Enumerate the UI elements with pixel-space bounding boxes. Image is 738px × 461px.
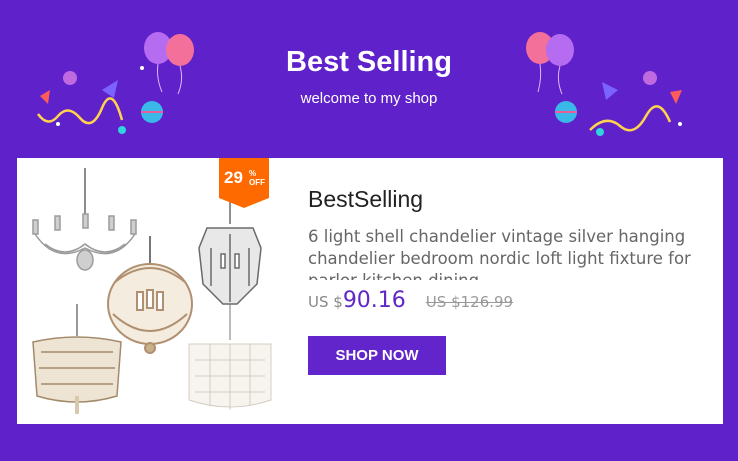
chandelier-shell xyxy=(188,304,272,410)
discount-value: 29 xyxy=(224,168,243,187)
original-price: US $126.99 xyxy=(425,293,514,311)
balloon-decoration-right-icon xyxy=(526,32,682,136)
chandelier-bead-flush xyxy=(32,304,122,414)
discount-off-label: OFF xyxy=(249,178,265,187)
product-title[interactable]: BestSelling xyxy=(308,186,423,213)
price-currency: US $ xyxy=(308,293,343,311)
chandelier-wood-bead xyxy=(107,236,193,354)
chandelier-candle-arms xyxy=(32,168,137,271)
chandelier-iron-cage xyxy=(198,200,262,305)
product-description: 6 light shell chandelier vintage silver … xyxy=(308,227,691,280)
product-price: 90.16 xyxy=(342,288,406,313)
discount-percent-sign: % xyxy=(249,169,257,178)
discount-percent-label: % OFF xyxy=(249,169,265,187)
price-row: US $90.16 US $126.99 xyxy=(308,288,513,313)
product-card[interactable]: 29 % OFF BestSelling 6 light shell chande… xyxy=(17,158,723,424)
shop-now-button[interactable]: SHOP NOW xyxy=(308,336,446,375)
header-banner: Best Selling welcome to my shop xyxy=(0,0,738,158)
discount-badge: 29 % OFF xyxy=(219,158,269,208)
